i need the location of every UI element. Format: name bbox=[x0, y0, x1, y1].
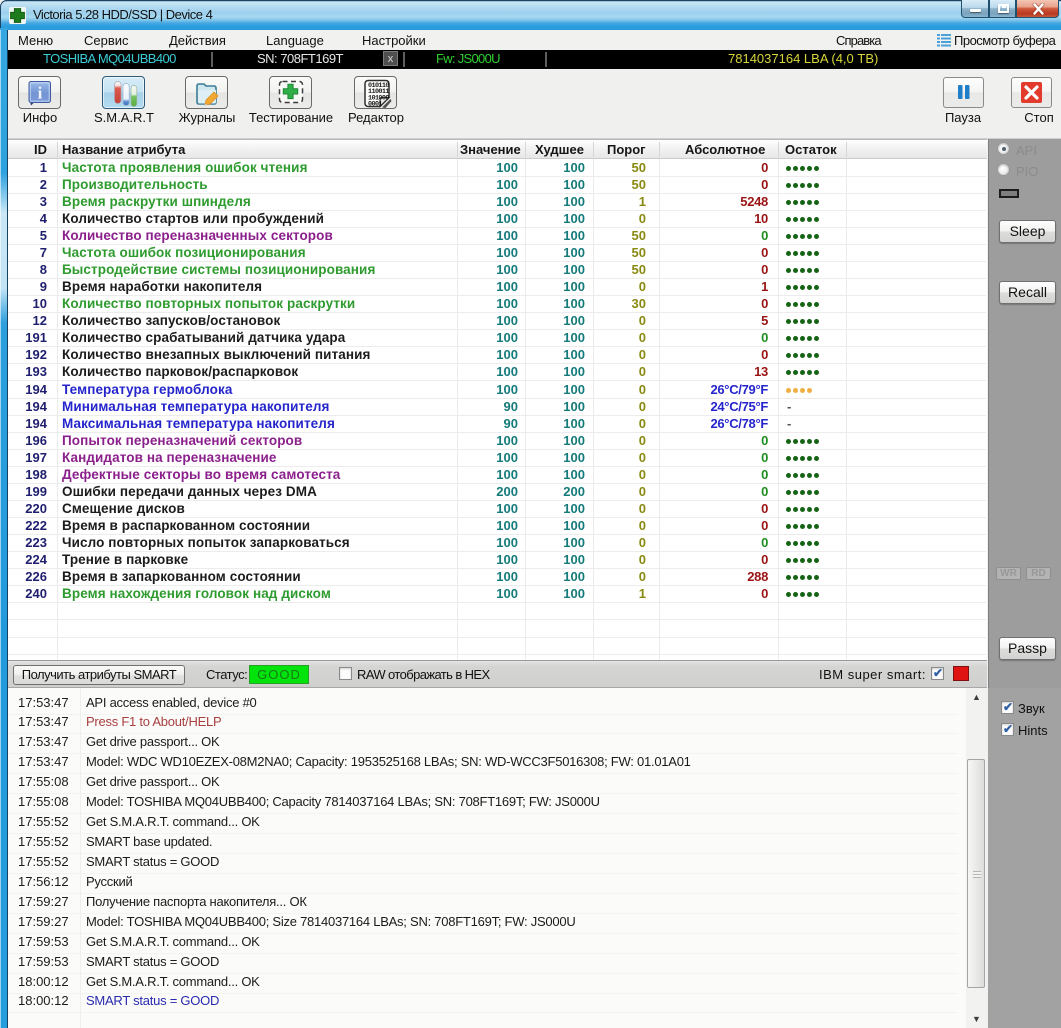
svg-text:i: i bbox=[38, 84, 43, 103]
svg-text:0001: 0001 bbox=[368, 101, 382, 109]
